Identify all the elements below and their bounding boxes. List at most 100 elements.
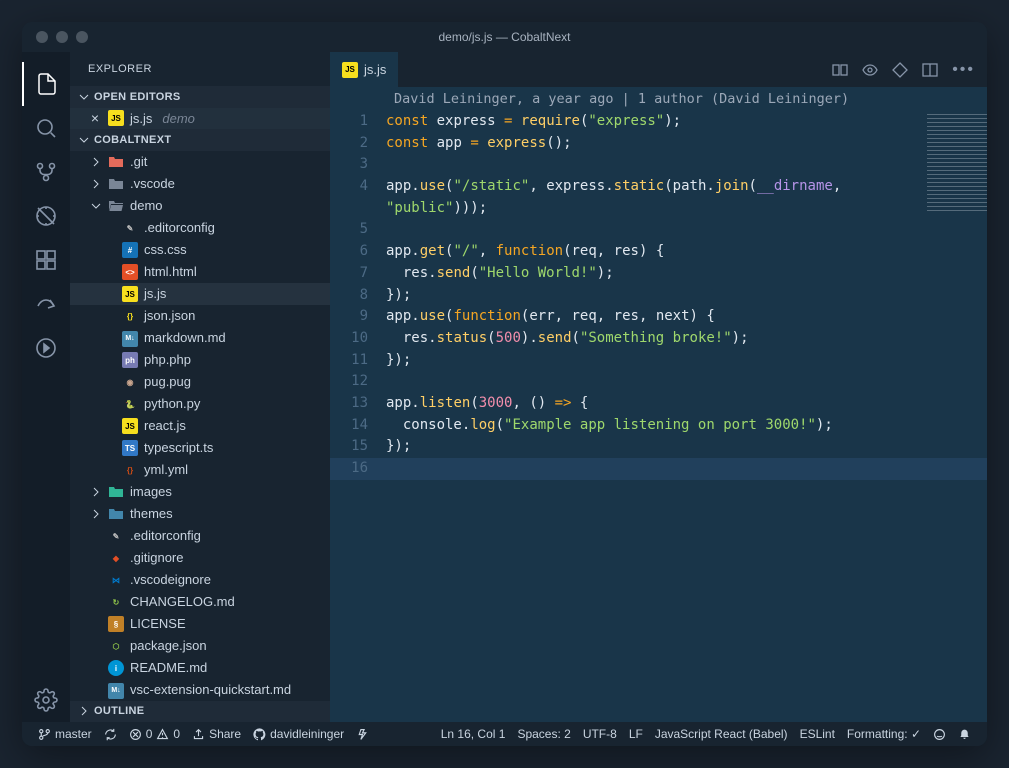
yml-icon: {} [122,461,138,479]
tree-item[interactable]: ✎.editorconfig [70,525,330,547]
status-bell-icon[interactable] [952,728,977,741]
tree-item[interactable]: JSjs.js [70,283,330,305]
tree-item[interactable]: #css.css [70,239,330,261]
code-line[interactable]: 16 [330,458,987,480]
status-problems[interactable]: 0 0 [123,727,186,741]
folder-open-icon [108,198,124,214]
section-open-editors[interactable]: OPEN EDITORS [70,86,330,107]
activity-explorer[interactable] [22,62,70,106]
file-label: .gitignore [130,550,183,565]
status-feedback-icon[interactable] [927,728,952,741]
split-editor-icon[interactable] [922,62,938,78]
php-icon: ph [122,351,138,369]
json-icon: {} [122,307,138,325]
tree-item[interactable]: M↓markdown.md [70,327,330,349]
error-count: 0 [146,727,153,741]
code-line[interactable]: 1const express = require("express"); [330,111,987,133]
status-language[interactable]: JavaScript React (Babel) [649,727,794,741]
code-line[interactable]: 13app.listen(3000, () => { [330,393,987,415]
status-share[interactable]: Share [186,727,247,741]
tree-item[interactable]: ◉pug.pug [70,371,330,393]
status-spaces[interactable]: Spaces: 2 [511,727,576,741]
diamond-icon[interactable] [892,62,908,78]
tree-item[interactable]: M↓vsc-extension-quickstart.md [70,679,330,701]
eye-icon[interactable] [862,62,878,78]
code-line[interactable]: 4app.use("/static", express.static(path.… [330,176,987,198]
code-line[interactable]: 8}); [330,285,987,307]
tree-item[interactable]: ✎.editorconfig [70,217,330,239]
tree-item[interactable]: §LICENSE [70,613,330,635]
tree-item[interactable]: phphp.php [70,349,330,371]
folder-theme-icon [108,506,124,522]
code-line[interactable]: 10 res.status(500).send("Something broke… [330,328,987,350]
tree-item[interactable]: JSreact.js [70,415,330,437]
status-position[interactable]: Ln 16, Col 1 [435,727,512,741]
minimap[interactable] [927,111,987,211]
activity-share[interactable] [22,282,70,326]
tree-item[interactable]: demo [70,195,330,217]
line-number: 9 [330,306,386,328]
compare-icon[interactable] [832,62,848,78]
traffic-zoom[interactable] [76,31,88,43]
more-icon[interactable]: ••• [952,61,975,79]
activity-settings[interactable] [22,678,70,722]
tree-item[interactable]: themes [70,503,330,525]
activity-extensions[interactable] [22,238,70,282]
code-line[interactable]: 5 [330,219,987,241]
activity-source-control[interactable] [22,150,70,194]
open-editor-item[interactable]: × JS js.js demo [70,108,330,129]
open-editors-label: OPEN EDITORS [94,91,181,103]
code-line[interactable]: 15}); [330,436,987,458]
tree-item[interactable]: iREADME.md [70,657,330,679]
tree-item[interactable]: images [70,481,330,503]
file-label: package.json [130,638,207,653]
close-icon[interactable]: × [88,110,102,126]
code-line[interactable]: 6app.get("/", function(req, res) { [330,241,987,263]
tree-item[interactable]: {}json.json [70,305,330,327]
tree-item[interactable]: ◆.gitignore [70,547,330,569]
sidebar: EXPLORER OPEN EDITORS × JS js.js demo CO… [70,52,330,722]
status-github-user[interactable]: davidleininger [247,727,350,741]
tree-item[interactable]: 🐍python.py [70,393,330,415]
code-line[interactable]: 12 [330,371,987,393]
code-line[interactable]: 9app.use(function(err, req, res, next) { [330,306,987,328]
tree-item[interactable]: {}yml.yml [70,459,330,481]
codelens-blame[interactable]: David Leininger, a year ago | 1 author (… [330,87,987,111]
section-workspace[interactable]: COBALTNEXT [70,129,330,150]
status-eol[interactable]: LF [623,727,649,741]
activity-search[interactable] [22,106,70,150]
chevron-right-icon [90,178,102,190]
section-outline[interactable]: OUTLINE [70,701,330,722]
vs-icon: ⋈ [108,571,124,589]
traffic-close[interactable] [36,31,48,43]
line-number: 10 [330,328,386,350]
tree-item[interactable]: ⋈.vscodeignore [70,569,330,591]
activity-debug[interactable] [22,194,70,238]
status-sync[interactable] [98,728,123,741]
status-branch[interactable]: master [32,727,98,741]
status-formatting[interactable]: Formatting: ✓ [841,727,927,741]
code-line[interactable]: 7 res.send("Hello World!"); [330,263,987,285]
status-encoding[interactable]: UTF-8 [577,727,623,741]
tree-item[interactable]: .git [70,151,330,173]
code-line[interactable]: 14 console.log("Example app listening on… [330,415,987,437]
status-linter[interactable]: ESLint [794,727,841,741]
editor-tab[interactable]: JS js.js [330,52,399,87]
traffic-minimize[interactable] [56,31,68,43]
tab-label: js.js [364,62,386,77]
tree-item[interactable]: ⬡package.json [70,635,330,657]
tree-item[interactable]: .vscode [70,173,330,195]
ts-icon: TS [122,439,138,457]
code-line[interactable]: 2const app = express(); [330,133,987,155]
tree-item[interactable]: ↻CHANGELOG.md [70,591,330,613]
activity-lens[interactable] [22,326,70,370]
code-line[interactable]: 11}); [330,350,987,372]
line-number: 7 [330,263,386,285]
tree-item[interactable]: <>html.html [70,261,330,283]
code-line[interactable]: "public"))); [330,198,987,220]
md-icon: M↓ [108,680,124,699]
code-editor[interactable]: 1const express = require("express");2con… [330,111,987,722]
tree-item[interactable]: TStypescript.ts [70,437,330,459]
status-live[interactable] [350,728,375,741]
code-line[interactable]: 3 [330,154,987,176]
